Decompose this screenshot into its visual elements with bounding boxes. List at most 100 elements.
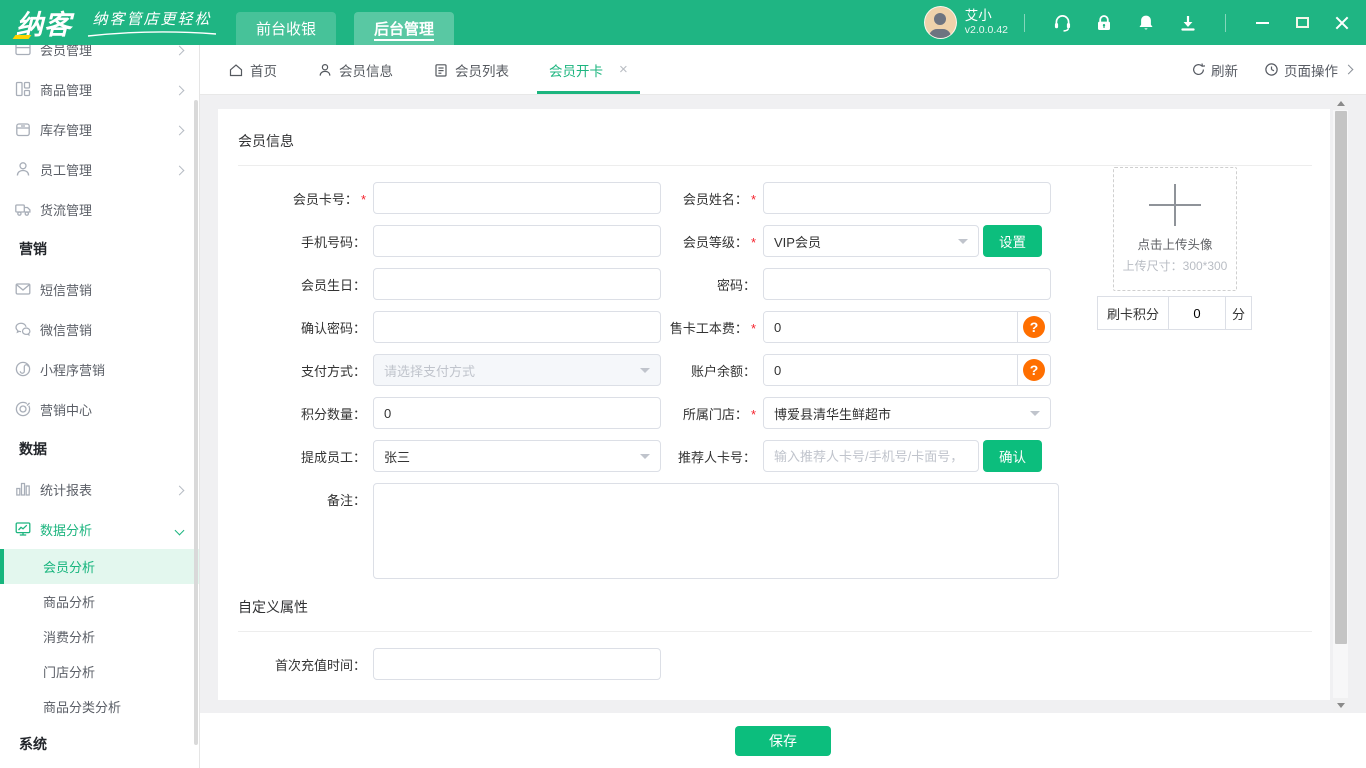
user-avatar[interactable] (923, 6, 957, 39)
tab-member-info[interactable]: 会员信息 (317, 45, 393, 94)
sidebar-item-data-analysis[interactable]: 数据分析 (0, 509, 199, 549)
swipe-points-input[interactable] (1169, 305, 1226, 321)
birthday-input[interactable] (373, 268, 661, 300)
member-form-panel: 会员信息 会员卡号： * 会员姓名： * 手机号码： 会员等级： * VIP会员… (218, 109, 1330, 700)
store-select[interactable]: 博爱县清华生鲜超市 (763, 397, 1051, 429)
required-mark: * (360, 191, 366, 207)
tab-member-open-card[interactable]: 会员开卡 × (537, 45, 640, 94)
first-recharge-input[interactable] (373, 648, 661, 680)
sidebar-label: 库存管理 (40, 122, 93, 138)
sidebar-item-sms-marketing[interactable]: 短信营销 (0, 269, 199, 309)
phone-input[interactable] (373, 225, 661, 257)
divider (238, 165, 1312, 166)
refresh-button[interactable]: 刷新 (1191, 60, 1238, 80)
help-icon[interactable]: ? (1023, 359, 1045, 381)
sidebar-item-staff-manage[interactable]: 员工管理 (0, 149, 199, 189)
sidebar-item-statistic-reports[interactable]: 统计报表 (0, 469, 199, 509)
front-cashier-button[interactable]: 前台收银 (236, 12, 337, 45)
chevron-down-icon (174, 522, 185, 537)
balance-input[interactable] (764, 355, 1017, 385)
card-no-label: 会员卡号： * (292, 191, 366, 207)
card-fee-group: ? (763, 311, 1051, 343)
sidebar-item-store-analysis[interactable]: 门店分析 (0, 654, 199, 689)
save-button[interactable]: 保存 (735, 725, 831, 756)
tab-close-icon[interactable]: × (619, 61, 628, 78)
sidebar-item-goods-manage[interactable]: 商品管理 (0, 69, 199, 109)
page-ops-icon (1265, 63, 1278, 76)
required-mark: * (750, 234, 756, 250)
triangle-down-icon (1336, 702, 1345, 712)
chevron-right-icon (174, 122, 185, 137)
member-card-icon (14, 45, 32, 58)
target-icon (14, 400, 32, 418)
page-operations-button[interactable]: 页面操作 (1264, 60, 1354, 80)
card-no-input[interactable] (373, 182, 661, 214)
avatar-upload-box[interactable]: 点击上传头像 上传尺寸：300*300 (1113, 167, 1237, 291)
scrollbar-thumb[interactable] (1334, 111, 1347, 644)
lock-icon[interactable] (1093, 12, 1115, 34)
remark-label: 备注： (326, 493, 366, 508)
card-fee-help[interactable]: ? (1017, 312, 1050, 342)
pay-method-select[interactable]: 请选择支付方式 (373, 354, 661, 386)
refresh-icon (1193, 63, 1206, 75)
plus-icon (1149, 184, 1201, 226)
miniprogram-icon (14, 360, 32, 378)
sidebar-item-member-analysis[interactable]: 会员分析 (0, 549, 199, 584)
chevron-right-icon (174, 45, 185, 57)
sidebar-item-category-analysis[interactable]: 商品分类分析 (0, 689, 199, 724)
member-level-label: 会员等级： * (682, 234, 756, 250)
points-input[interactable] (373, 397, 661, 429)
window-minimize-button[interactable] (1252, 13, 1272, 33)
sidebar-item-miniprogram-marketing[interactable]: 小程序营销 (0, 349, 199, 389)
truck-icon (14, 200, 32, 218)
referrer-input[interactable] (763, 440, 979, 472)
chevron-right-icon (174, 82, 185, 97)
member-level-select[interactable]: VIP会员 (763, 225, 979, 257)
confirm-password-input[interactable] (373, 311, 661, 343)
avatar-head (934, 13, 947, 25)
sidebar-label: 会员分析 (43, 560, 96, 575)
sidebar-scrollbar[interactable] (194, 100, 198, 745)
backend-manage-button[interactable]: 后台管理 (354, 12, 455, 45)
commission-staff-select[interactable]: 张三 (373, 440, 661, 472)
section-title-custom-attrs: 自定义属性 (238, 599, 308, 615)
balance-label: 账户余额： (690, 363, 756, 379)
sidebar-item-consume-analysis[interactable]: 消费分析 (0, 619, 199, 654)
sidebar-item-marketing-center[interactable]: 营销中心 (0, 389, 199, 429)
member-name-input[interactable] (763, 182, 1051, 214)
sidebar-label: 短信营销 (40, 282, 93, 298)
chevron-right-icon (174, 162, 185, 177)
section-label: 营销 (19, 241, 47, 257)
help-icon[interactable]: ? (1023, 316, 1045, 338)
window-close-button[interactable] (1332, 13, 1352, 33)
balance-help[interactable]: ? (1017, 355, 1050, 385)
sidebar-label: 门店分析 (43, 665, 96, 680)
sidebar-item-wechat-marketing[interactable]: 微信营销 (0, 309, 199, 349)
scroll-up-button[interactable] (1333, 95, 1348, 110)
window-maximize-button[interactable] (1292, 13, 1312, 33)
content-scrollbar[interactable] (1333, 95, 1348, 713)
card-fee-input[interactable] (764, 312, 1017, 342)
level-setting-button[interactable]: 设置 (983, 225, 1042, 257)
sidebar-item-goods-analysis[interactable]: 商品分析 (0, 584, 199, 619)
sidebar-item-logistics-manage[interactable]: 货流管理 (0, 189, 199, 229)
tab-bar: 首页 会员信息 会员列表 会员开卡 × 刷新 页面操作 (200, 45, 1366, 95)
referrer-confirm-button[interactable]: 确认 (983, 440, 1042, 472)
download-icon[interactable] (1177, 12, 1199, 34)
remark-textarea[interactable] (373, 483, 1059, 579)
sidebar-item-member-manage[interactable]: 会员管理 (0, 45, 199, 69)
tab-home[interactable]: 首页 (228, 45, 277, 94)
password-input[interactable] (763, 268, 1051, 300)
tab-label: 会员开卡 (549, 63, 603, 79)
stock-box-icon (14, 120, 32, 138)
page-ops-label: 页面操作 (1284, 63, 1338, 79)
store-label: 所属门店： * (682, 406, 756, 422)
tagline-text: 纳客管店更轻松 (92, 10, 212, 28)
tab-member-list[interactable]: 会员列表 (433, 45, 509, 94)
scroll-down-button[interactable] (1333, 698, 1348, 713)
sidebar-item-stock-manage[interactable]: 库存管理 (0, 109, 199, 149)
first-recharge-label: 首次充值时间： (274, 657, 366, 673)
notification-bell-icon[interactable] (1135, 12, 1157, 34)
support-headset-icon[interactable] (1051, 12, 1073, 34)
swipe-points-label: 刷卡积分 (1097, 296, 1170, 330)
